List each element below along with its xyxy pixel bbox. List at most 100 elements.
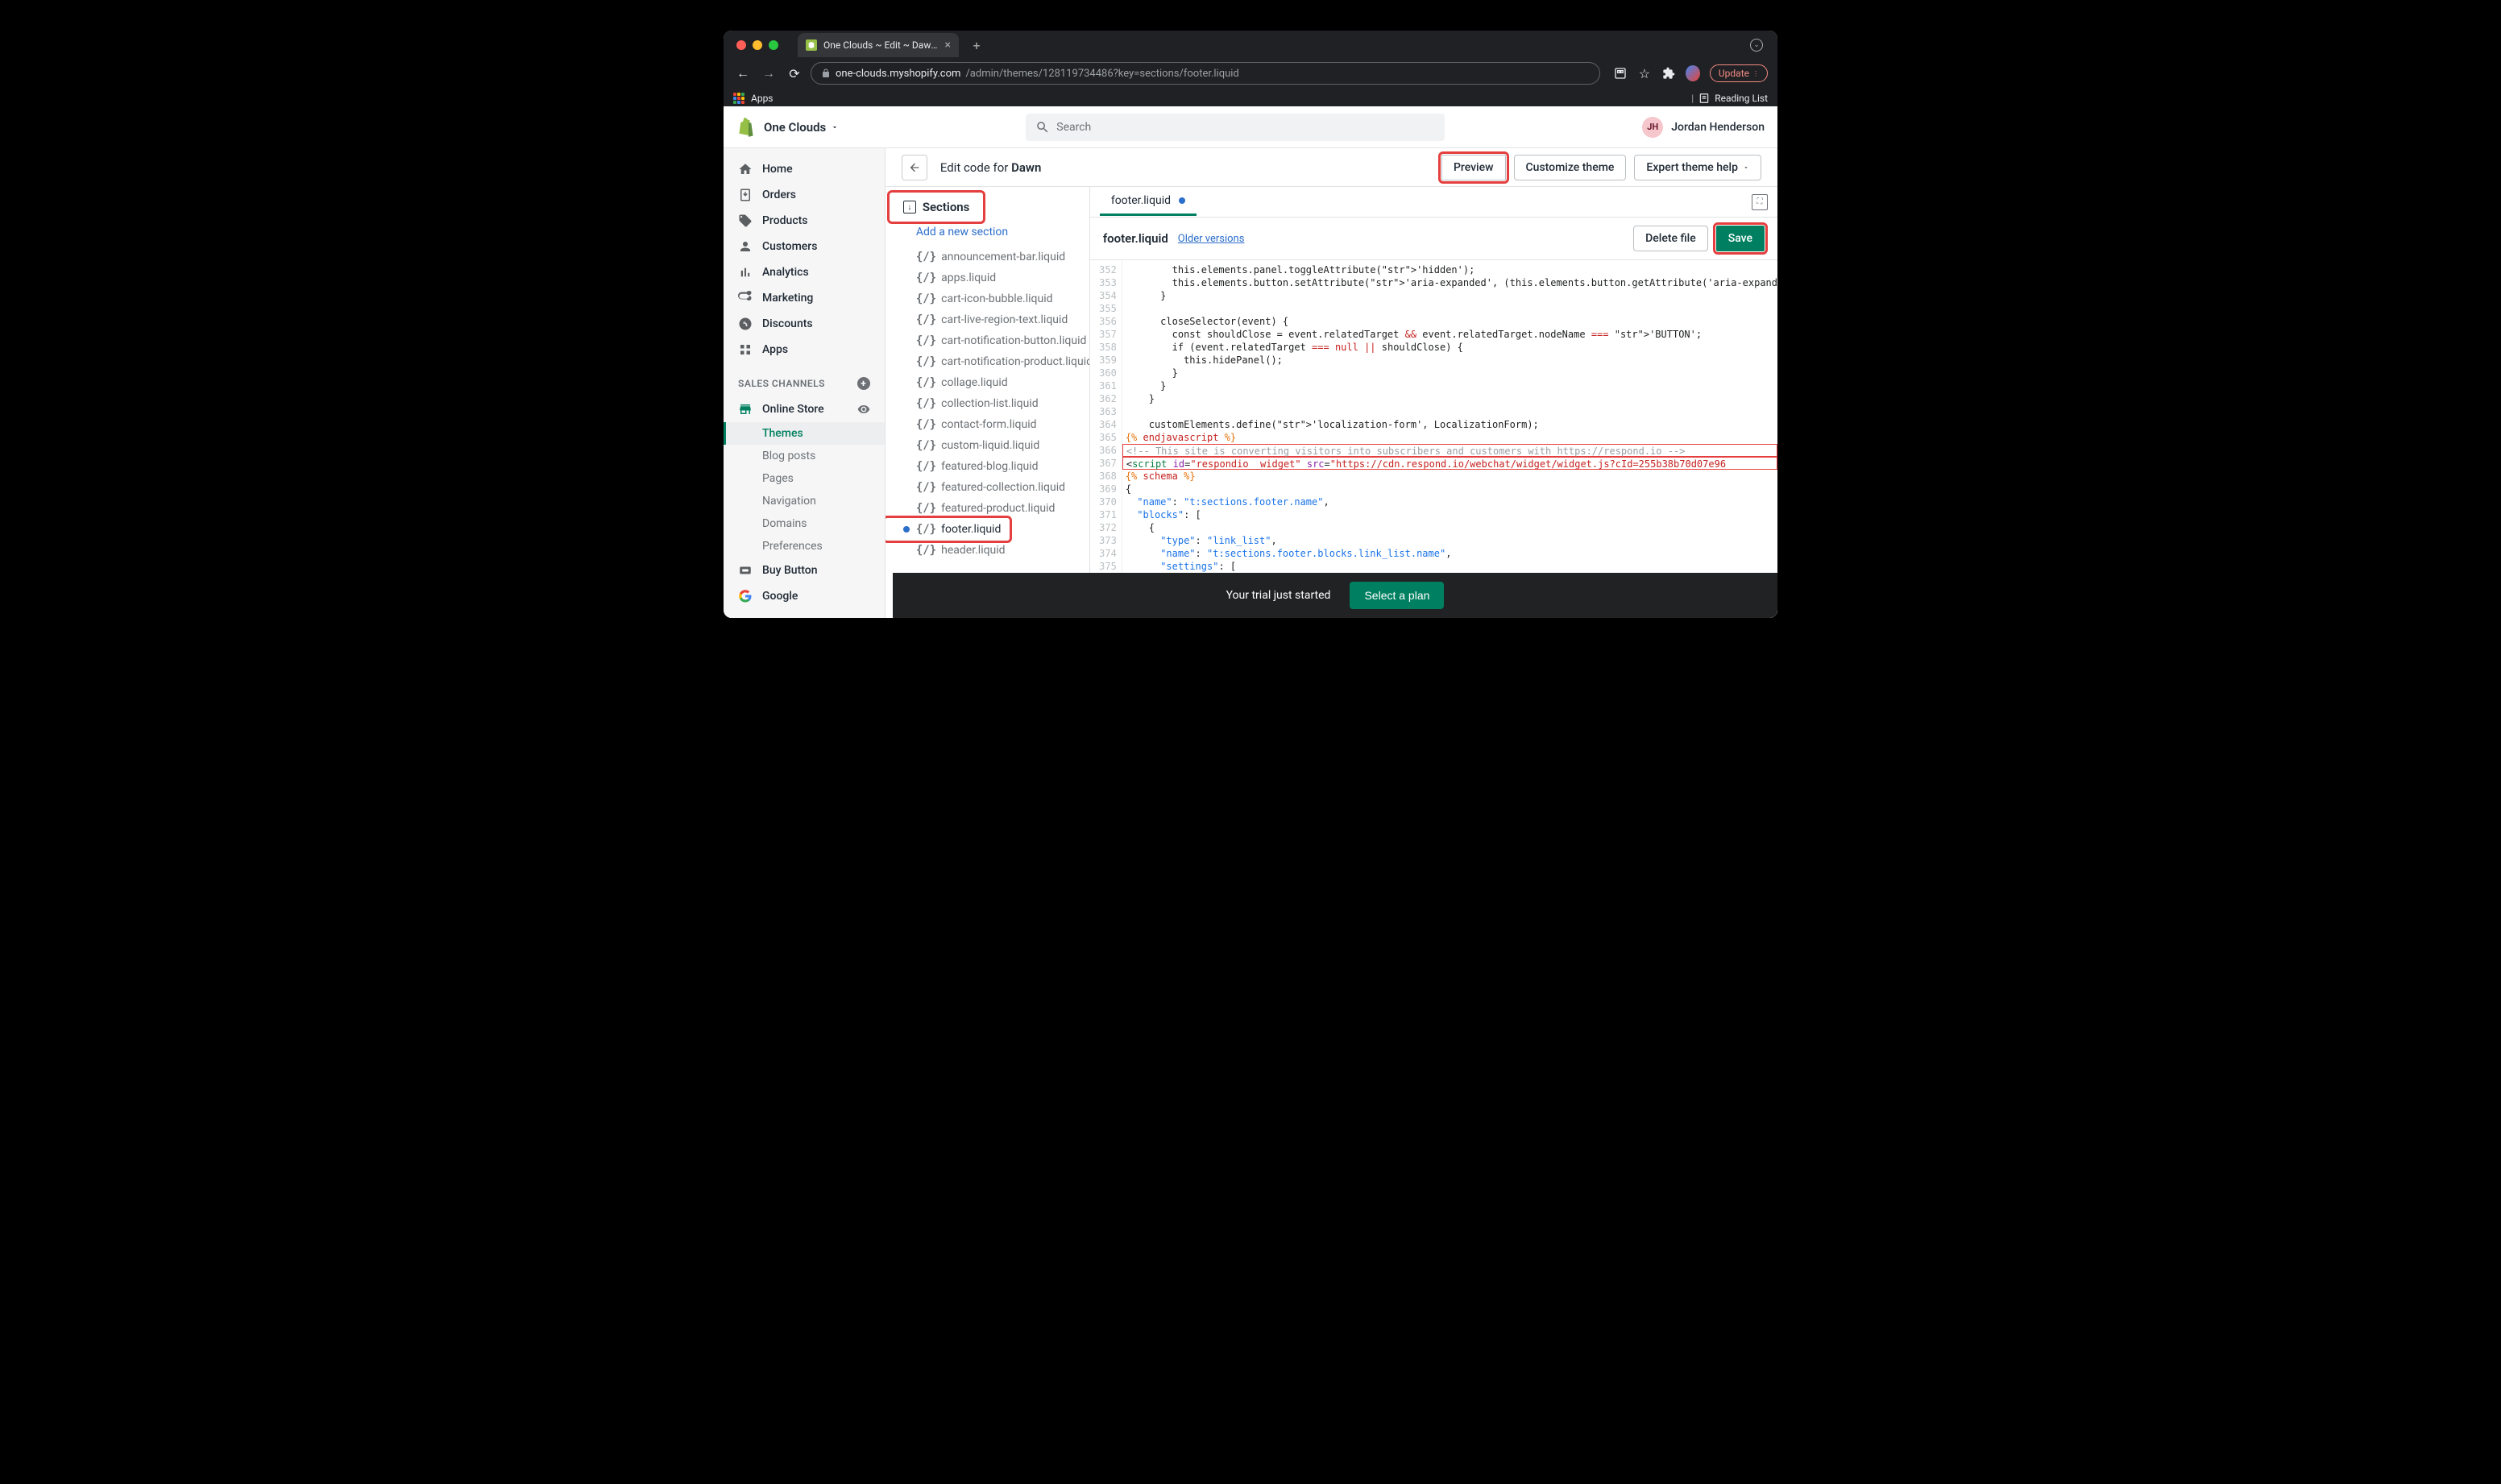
tree-file[interactable]: {/}cart-icon-bubble.liquid bbox=[886, 288, 1089, 309]
products-icon bbox=[738, 213, 753, 228]
folder-icon: ↓ bbox=[903, 201, 916, 213]
code-editor[interactable]: 352 353 354 355 356 357 358 359 360 361 … bbox=[1090, 260, 1777, 618]
minimize-window-button[interactable] bbox=[753, 40, 762, 50]
forward-button[interactable]: → bbox=[759, 64, 778, 83]
toolbar-actions: ☆ Update ⋮ bbox=[1607, 64, 1768, 82]
sidebar-sub-pages[interactable]: Pages bbox=[724, 467, 885, 490]
install-app-icon[interactable] bbox=[1613, 66, 1628, 81]
delete-file-button[interactable]: Delete file bbox=[1633, 226, 1708, 251]
sidebar-item-customers[interactable]: Customers bbox=[724, 234, 885, 259]
liquid-file-icon: {/} bbox=[916, 544, 936, 557]
customers-icon bbox=[738, 239, 753, 254]
maximize-window-button[interactable] bbox=[769, 40, 778, 50]
editor-title: Edit code for Dawn bbox=[940, 160, 1042, 175]
tree-file[interactable]: {/}apps.liquid bbox=[886, 267, 1089, 288]
apps-shortcut[interactable]: Apps bbox=[751, 93, 774, 104]
editor-pane: footer.liquid ⛶ footer.liquid Older vers… bbox=[1090, 187, 1777, 618]
sidebar-item-google[interactable]: Google bbox=[724, 583, 885, 609]
view-store-icon[interactable] bbox=[857, 403, 870, 416]
extensions-icon[interactable] bbox=[1661, 66, 1676, 81]
home-icon bbox=[738, 162, 753, 176]
sidebar-item-apps[interactable]: Apps bbox=[724, 337, 885, 363]
file-name-label: footer.liquid bbox=[1103, 231, 1168, 246]
sidebar-item-online-store[interactable]: Online Store bbox=[724, 396, 885, 422]
tree-file[interactable]: {/}contact-form.liquid bbox=[886, 414, 1089, 435]
discounts-icon bbox=[738, 317, 753, 331]
tree-folder-sections[interactable]: ↓ Sections bbox=[890, 193, 983, 221]
sidebar-sub-preferences[interactable]: Preferences bbox=[724, 535, 885, 558]
tree-file[interactable]: {/}cart-live-region-text.liquid bbox=[886, 309, 1089, 330]
tree-file[interactable]: {/}header.liquid bbox=[886, 540, 1089, 561]
caret-down-icon bbox=[1743, 164, 1749, 171]
sidebar-item-buy-button[interactable]: Buy Button bbox=[724, 558, 885, 583]
preview-button[interactable]: Preview bbox=[1441, 155, 1506, 180]
address-bar-row: ← → ⟳ one-clouds.myshopify.com/admin/the… bbox=[724, 60, 1777, 87]
tree-file[interactable]: {/}collage.liquid bbox=[886, 372, 1089, 393]
tab-bar: One Clouds ~ Edit ~ Dawn ~ S… × + ⌄ bbox=[724, 31, 1777, 60]
sidebar-item-marketing[interactable]: Marketing bbox=[724, 285, 885, 311]
shopify-favicon-icon bbox=[806, 39, 817, 51]
sidebar-sub-navigation[interactable]: Navigation bbox=[724, 490, 885, 512]
new-tab-button[interactable]: + bbox=[965, 34, 988, 56]
sidebar-sub-themes[interactable]: Themes bbox=[724, 422, 885, 445]
sidebar-item-products[interactable]: Products bbox=[724, 208, 885, 234]
liquid-file-icon: {/} bbox=[916, 355, 936, 368]
code-content[interactable]: this.elements.panel.toggleAttribute("str… bbox=[1122, 260, 1777, 618]
store-icon bbox=[738, 402, 753, 417]
close-tab-icon[interactable]: × bbox=[945, 39, 951, 52]
tree-file[interactable]: {/}cart-notification-product.liquid bbox=[886, 351, 1089, 372]
sidebar-item-discounts[interactable]: Discounts bbox=[724, 311, 885, 337]
browser-tab[interactable]: One Clouds ~ Edit ~ Dawn ~ S… × bbox=[798, 33, 959, 57]
search-input[interactable]: Search bbox=[1026, 114, 1445, 141]
liquid-file-icon: {/} bbox=[916, 460, 936, 473]
tabs-dropdown-icon[interactable]: ⌄ bbox=[1750, 39, 1763, 52]
tree-file[interactable]: {/}footer.liquid bbox=[886, 519, 1010, 540]
add-section-link[interactable]: Add a new section bbox=[886, 221, 1089, 247]
close-window-button[interactable] bbox=[736, 40, 746, 50]
sidebar-sub-domains[interactable]: Domains bbox=[724, 512, 885, 535]
user-name: Jordan Henderson bbox=[1671, 121, 1765, 134]
update-browser-button[interactable]: Update ⋮ bbox=[1710, 64, 1768, 82]
reload-button[interactable]: ⟳ bbox=[785, 64, 804, 83]
editor-main: Edit code for Dawn Preview Customize the… bbox=[886, 148, 1777, 618]
back-button[interactable]: ← bbox=[733, 64, 753, 83]
expert-help-button[interactable]: Expert theme help bbox=[1634, 155, 1761, 180]
apps-grid-icon[interactable] bbox=[733, 93, 744, 104]
editor-back-button[interactable] bbox=[902, 155, 927, 180]
apps-icon bbox=[738, 342, 753, 357]
tree-file[interactable]: {/}announcement-bar.liquid bbox=[886, 247, 1089, 267]
sidebar-item-orders[interactable]: Orders bbox=[724, 182, 885, 208]
tree-file[interactable]: {/}custom-liquid.liquid bbox=[886, 435, 1089, 456]
search-placeholder: Search bbox=[1056, 121, 1091, 134]
sidebar-sub-blog[interactable]: Blog posts bbox=[724, 445, 885, 467]
store-switcher[interactable]: One Clouds bbox=[764, 120, 839, 135]
liquid-file-icon: {/} bbox=[916, 481, 936, 494]
customize-theme-button[interactable]: Customize theme bbox=[1514, 155, 1627, 180]
liquid-file-icon: {/} bbox=[916, 334, 936, 347]
sidebar: Home Orders Products Customers Analytics… bbox=[724, 148, 886, 618]
tree-file[interactable]: {/}collection-list.liquid bbox=[886, 393, 1089, 414]
sidebar-item-home[interactable]: Home bbox=[724, 156, 885, 182]
tree-file[interactable]: {/}cart-notification-button.liquid bbox=[886, 330, 1089, 351]
profile-avatar-icon[interactable] bbox=[1686, 66, 1700, 81]
tree-file[interactable]: {/}featured-blog.liquid bbox=[886, 456, 1089, 477]
browser-window: One Clouds ~ Edit ~ Dawn ~ S… × + ⌄ ← → … bbox=[724, 31, 1777, 618]
tree-file[interactable]: {/}featured-product.liquid bbox=[886, 498, 1089, 519]
sidebar-item-analytics[interactable]: Analytics bbox=[724, 259, 885, 285]
search-icon bbox=[1035, 120, 1050, 135]
tree-file[interactable]: {/}featured-collection.liquid bbox=[886, 477, 1089, 498]
file-header: footer.liquid Older versions Delete file… bbox=[1090, 218, 1777, 260]
add-channel-button[interactable]: + bbox=[857, 377, 870, 390]
select-plan-button[interactable]: Select a plan bbox=[1350, 582, 1444, 609]
buy-button-icon bbox=[738, 563, 753, 578]
user-menu[interactable]: JH Jordan Henderson bbox=[1642, 117, 1765, 138]
older-versions-link[interactable]: Older versions bbox=[1178, 233, 1245, 245]
address-bar[interactable]: one-clouds.myshopify.com/admin/themes/12… bbox=[811, 62, 1600, 85]
fullscreen-button[interactable]: ⛶ bbox=[1752, 194, 1768, 210]
file-tab-footer[interactable]: footer.liquid bbox=[1100, 188, 1197, 216]
tab-title: One Clouds ~ Edit ~ Dawn ~ S… bbox=[823, 39, 939, 51]
shopify-logo-icon[interactable] bbox=[736, 118, 754, 137]
bookmark-star-icon[interactable]: ☆ bbox=[1637, 66, 1652, 81]
reading-list-button[interactable]: | Reading List bbox=[1691, 93, 1768, 104]
save-button[interactable]: Save bbox=[1716, 226, 1765, 251]
